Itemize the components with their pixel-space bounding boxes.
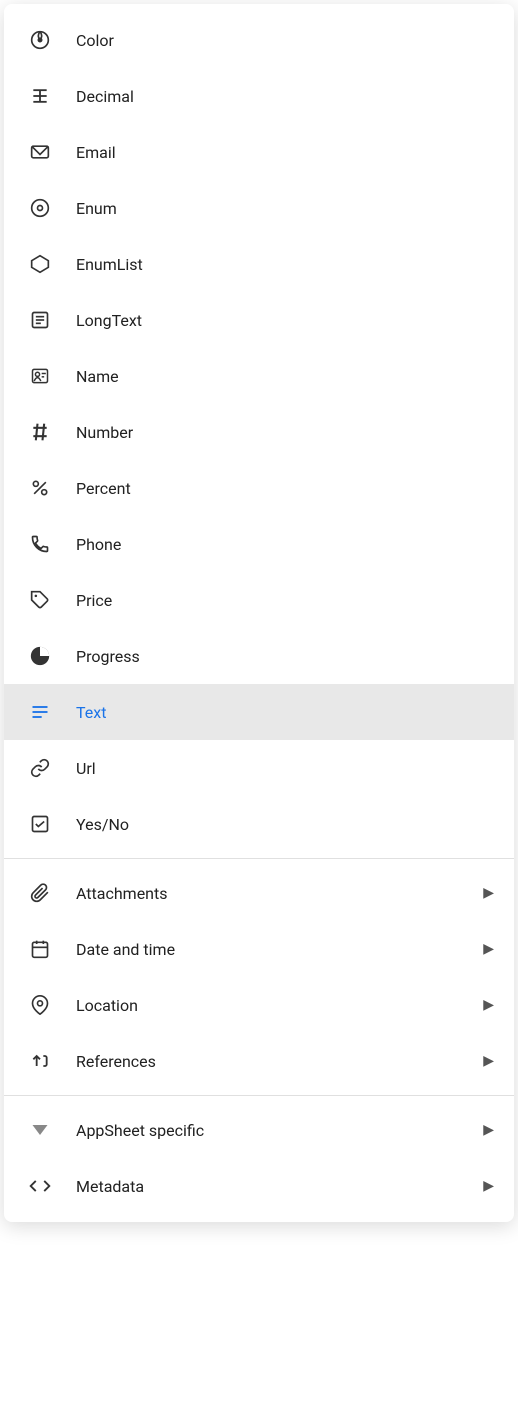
divider-2 — [4, 1095, 514, 1096]
name-icon — [24, 360, 56, 392]
yesno-icon — [24, 808, 56, 840]
enum-icon — [24, 192, 56, 224]
percent-icon — [24, 472, 56, 504]
menu-item-references[interactable]: References ▶ — [4, 1033, 514, 1089]
menu-item-color-label: Color — [76, 31, 494, 50]
menu-item-appsheet[interactable]: AppSheet specific ▶ — [4, 1102, 514, 1158]
divider-1 — [4, 858, 514, 859]
menu-item-decimal[interactable]: Decimal — [4, 68, 514, 124]
menu-item-text[interactable]: Text — [4, 684, 514, 740]
menu-item-datetime[interactable]: Date and time ▶ — [4, 921, 514, 977]
enumlist-icon — [24, 248, 56, 280]
menu-item-name-label: Name — [76, 367, 494, 386]
menu-item-percent[interactable]: Percent — [4, 460, 514, 516]
menu-item-color[interactable]: Color — [4, 12, 514, 68]
appsheet-icon — [24, 1114, 56, 1146]
email-icon — [24, 136, 56, 168]
chevron-right-icon: ▶ — [483, 885, 494, 901]
attachments-icon — [24, 877, 56, 909]
menu-item-phone[interactable]: Phone — [4, 516, 514, 572]
phone-icon — [24, 528, 56, 560]
menu-item-text-label: Text — [76, 703, 494, 722]
menu-item-yesno-label: Yes/No — [76, 815, 494, 834]
text-icon — [24, 696, 56, 728]
dropdown-menu: Color Decimal Email Enu — [4, 4, 514, 1222]
menu-item-url-label: Url — [76, 759, 494, 778]
chevron-right-metadata-icon: ▶ — [483, 1178, 494, 1194]
menu-item-location[interactable]: Location ▶ — [4, 977, 514, 1033]
menu-item-progress-label: Progress — [76, 647, 494, 666]
menu-item-metadata-label: Metadata — [76, 1177, 483, 1196]
menu-item-decimal-label: Decimal — [76, 87, 494, 106]
menu-item-number[interactable]: Number — [4, 404, 514, 460]
chevron-right-datetime-icon: ▶ — [483, 941, 494, 957]
menu-item-enumlist[interactable]: EnumList — [4, 236, 514, 292]
menu-item-number-label: Number — [76, 423, 494, 442]
menu-item-enum[interactable]: Enum — [4, 180, 514, 236]
menu-item-longtext[interactable]: LongText — [4, 292, 514, 348]
price-icon — [24, 584, 56, 616]
menu-item-yesno[interactable]: Yes/No — [4, 796, 514, 852]
metadata-icon — [24, 1170, 56, 1202]
references-icon — [24, 1045, 56, 1077]
menu-item-attachments[interactable]: Attachments ▶ — [4, 865, 514, 921]
menu-item-url[interactable]: Url — [4, 740, 514, 796]
decimal-icon — [24, 80, 56, 112]
menu-item-phone-label: Phone — [76, 535, 494, 554]
url-icon — [24, 752, 56, 784]
color-icon — [24, 24, 56, 56]
menu-item-price-label: Price — [76, 591, 494, 610]
menu-item-price[interactable]: Price — [4, 572, 514, 628]
menu-item-email-label: Email — [76, 143, 494, 162]
chevron-right-references-icon: ▶ — [483, 1053, 494, 1069]
menu-item-attachments-label: Attachments — [76, 884, 483, 903]
menu-item-location-label: Location — [76, 996, 483, 1015]
menu-item-references-label: References — [76, 1052, 483, 1071]
menu-item-progress[interactable]: Progress — [4, 628, 514, 684]
menu-item-datetime-label: Date and time — [76, 940, 483, 959]
menu-item-appsheet-label: AppSheet specific — [76, 1121, 483, 1140]
menu-item-enumlist-label: EnumList — [76, 255, 494, 274]
datetime-icon — [24, 933, 56, 965]
menu-item-percent-label: Percent — [76, 479, 494, 498]
menu-item-email[interactable]: Email — [4, 124, 514, 180]
longtext-icon — [24, 304, 56, 336]
chevron-right-appsheet-icon: ▶ — [483, 1122, 494, 1138]
menu-item-metadata[interactable]: Metadata ▶ — [4, 1158, 514, 1214]
menu-item-longtext-label: LongText — [76, 311, 494, 330]
progress-icon — [24, 640, 56, 672]
location-icon — [24, 989, 56, 1021]
menu-item-enum-label: Enum — [76, 199, 494, 218]
number-icon — [24, 416, 56, 448]
menu-item-name[interactable]: Name — [4, 348, 514, 404]
chevron-right-location-icon: ▶ — [483, 997, 494, 1013]
